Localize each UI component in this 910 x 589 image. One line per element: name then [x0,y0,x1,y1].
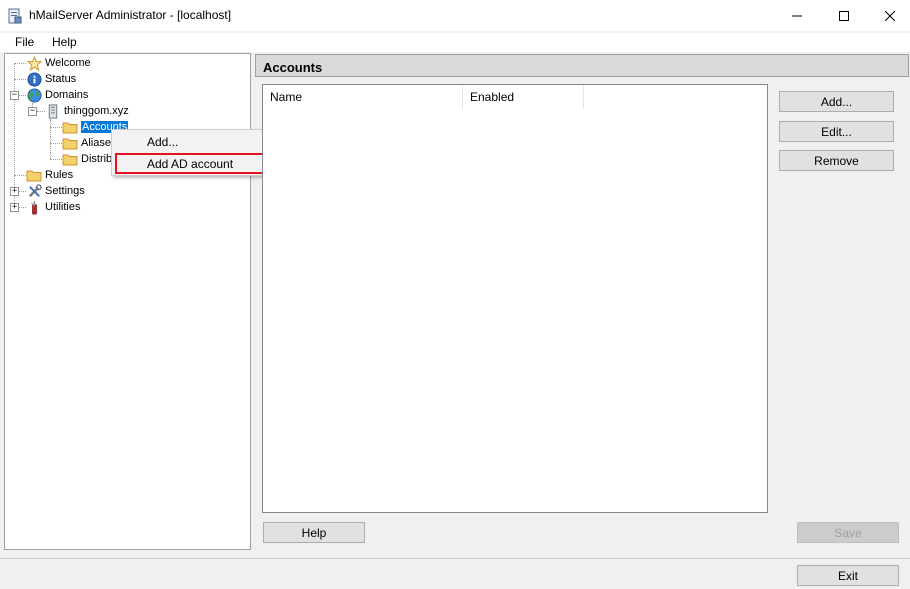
tree-label: Status [45,73,77,85]
highlight-box [115,153,271,174]
column-header-enabled[interactable]: Enabled [463,85,584,109]
folder-icon [62,135,78,151]
folder-icon [62,151,78,167]
panel-header: Accounts [255,54,909,77]
remove-button[interactable]: Remove [779,150,894,171]
tools-icon [26,183,42,199]
tree-line [19,95,26,96]
accounts-list[interactable]: Name Enabled [262,84,768,513]
maximize-button[interactable] [821,0,867,31]
tree-line [50,127,62,128]
tree-label: Utilities [45,201,81,213]
minimize-icon [792,15,802,16]
tree-line [19,207,26,208]
context-menu: Add... Add AD account [111,129,276,176]
navigation-tree[interactable]: − − + + Welcome Status Domains thinggom.… [4,53,251,550]
close-icon [885,10,895,21]
tree-label: thinggom.xyz [64,105,129,117]
info-icon [26,71,42,87]
column-header-name[interactable]: Name [263,85,463,109]
tree-label: Settings [45,185,85,197]
tree-label: Domains [45,89,89,101]
tree-label: Welcome [45,57,91,69]
add-button[interactable]: Add... [779,91,894,112]
settings-expand-toggle[interactable]: + [10,187,19,196]
tree-line [19,191,26,192]
tree-item-domain[interactable]: thinggom.xyz [45,103,129,119]
globe-icon [26,87,42,103]
save-button[interactable]: Save [797,522,899,543]
menu-help[interactable]: Help [52,35,77,49]
exit-button[interactable]: Exit [797,565,899,586]
edit-button[interactable]: Edit... [779,121,894,142]
tree-line [50,143,62,144]
minimize-button[interactable] [774,0,820,31]
maximize-icon [839,10,849,21]
tree-label: Aliase [81,137,111,149]
star-icon [26,55,42,71]
tree-line [50,119,51,159]
tree-item-rules[interactable]: Rules [26,167,73,183]
tree-item-distribution-lists[interactable]: Distrib [62,151,112,167]
tree-line [50,159,62,160]
tree-line [37,111,45,112]
help-button[interactable]: Help [263,522,365,543]
window-title: hMailServer Administrator - [localhost] [29,8,232,22]
menu-bar: File Help [0,33,910,52]
tree-line [14,79,26,80]
tree-item-welcome[interactable]: Welcome [26,55,91,71]
close-button[interactable] [867,0,910,31]
menu-file[interactable]: File [15,35,34,49]
context-menu-add[interactable]: Add... [147,135,178,149]
panel-title: Accounts [263,60,323,75]
tree-item-settings[interactable]: Settings [26,183,85,199]
tree-item-utilities[interactable]: Utilities [26,199,80,215]
domains-collapse-toggle[interactable]: − [10,91,19,100]
tree-line [14,63,26,64]
tree-item-domains[interactable]: Domains [26,87,88,103]
tree-label: Distrib [81,153,113,165]
tree-line [14,175,26,176]
server-icon [45,103,61,119]
folder-icon [62,119,78,135]
app-icon [8,8,22,24]
tree-label: Rules [45,169,74,181]
folder-icon [26,167,42,183]
divider [0,558,910,559]
utility-knife-icon [26,199,42,215]
title-bar: hMailServer Administrator - [localhost] [0,0,910,31]
domain-collapse-toggle[interactable]: − [28,107,37,116]
tree-item-status[interactable]: Status [26,71,76,87]
utilities-expand-toggle[interactable]: + [10,203,19,212]
tree-item-aliases[interactable]: Aliase [62,135,111,151]
